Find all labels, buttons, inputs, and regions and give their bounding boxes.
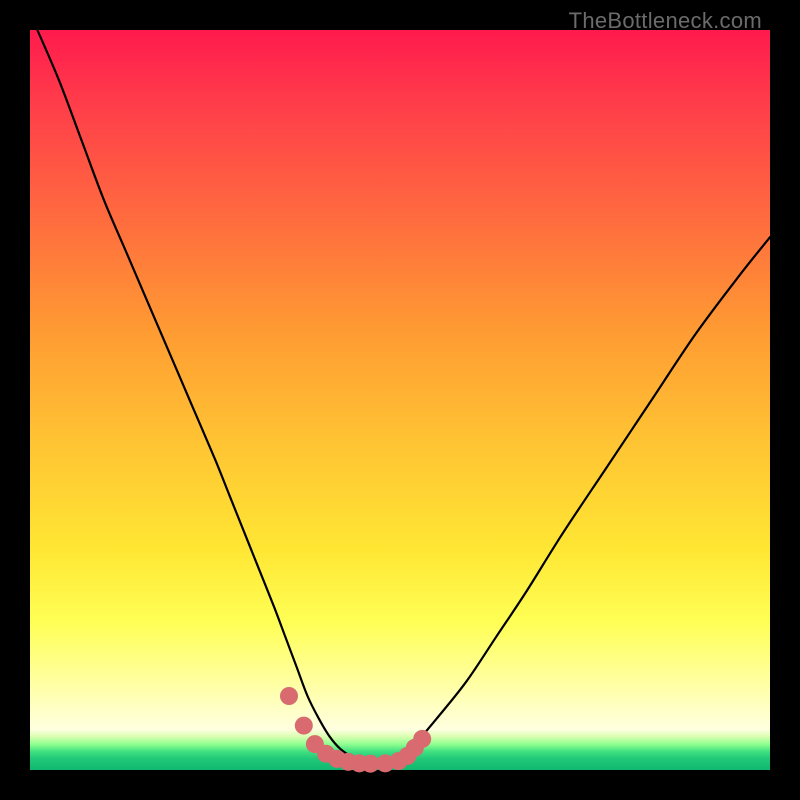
bottleneck-curve-chart	[0, 0, 800, 800]
bottleneck-curve	[37, 30, 770, 765]
marker-dot	[295, 717, 313, 735]
marker-dot	[280, 687, 298, 705]
marker-dot	[413, 730, 431, 748]
marker-dots-group	[280, 687, 431, 773]
